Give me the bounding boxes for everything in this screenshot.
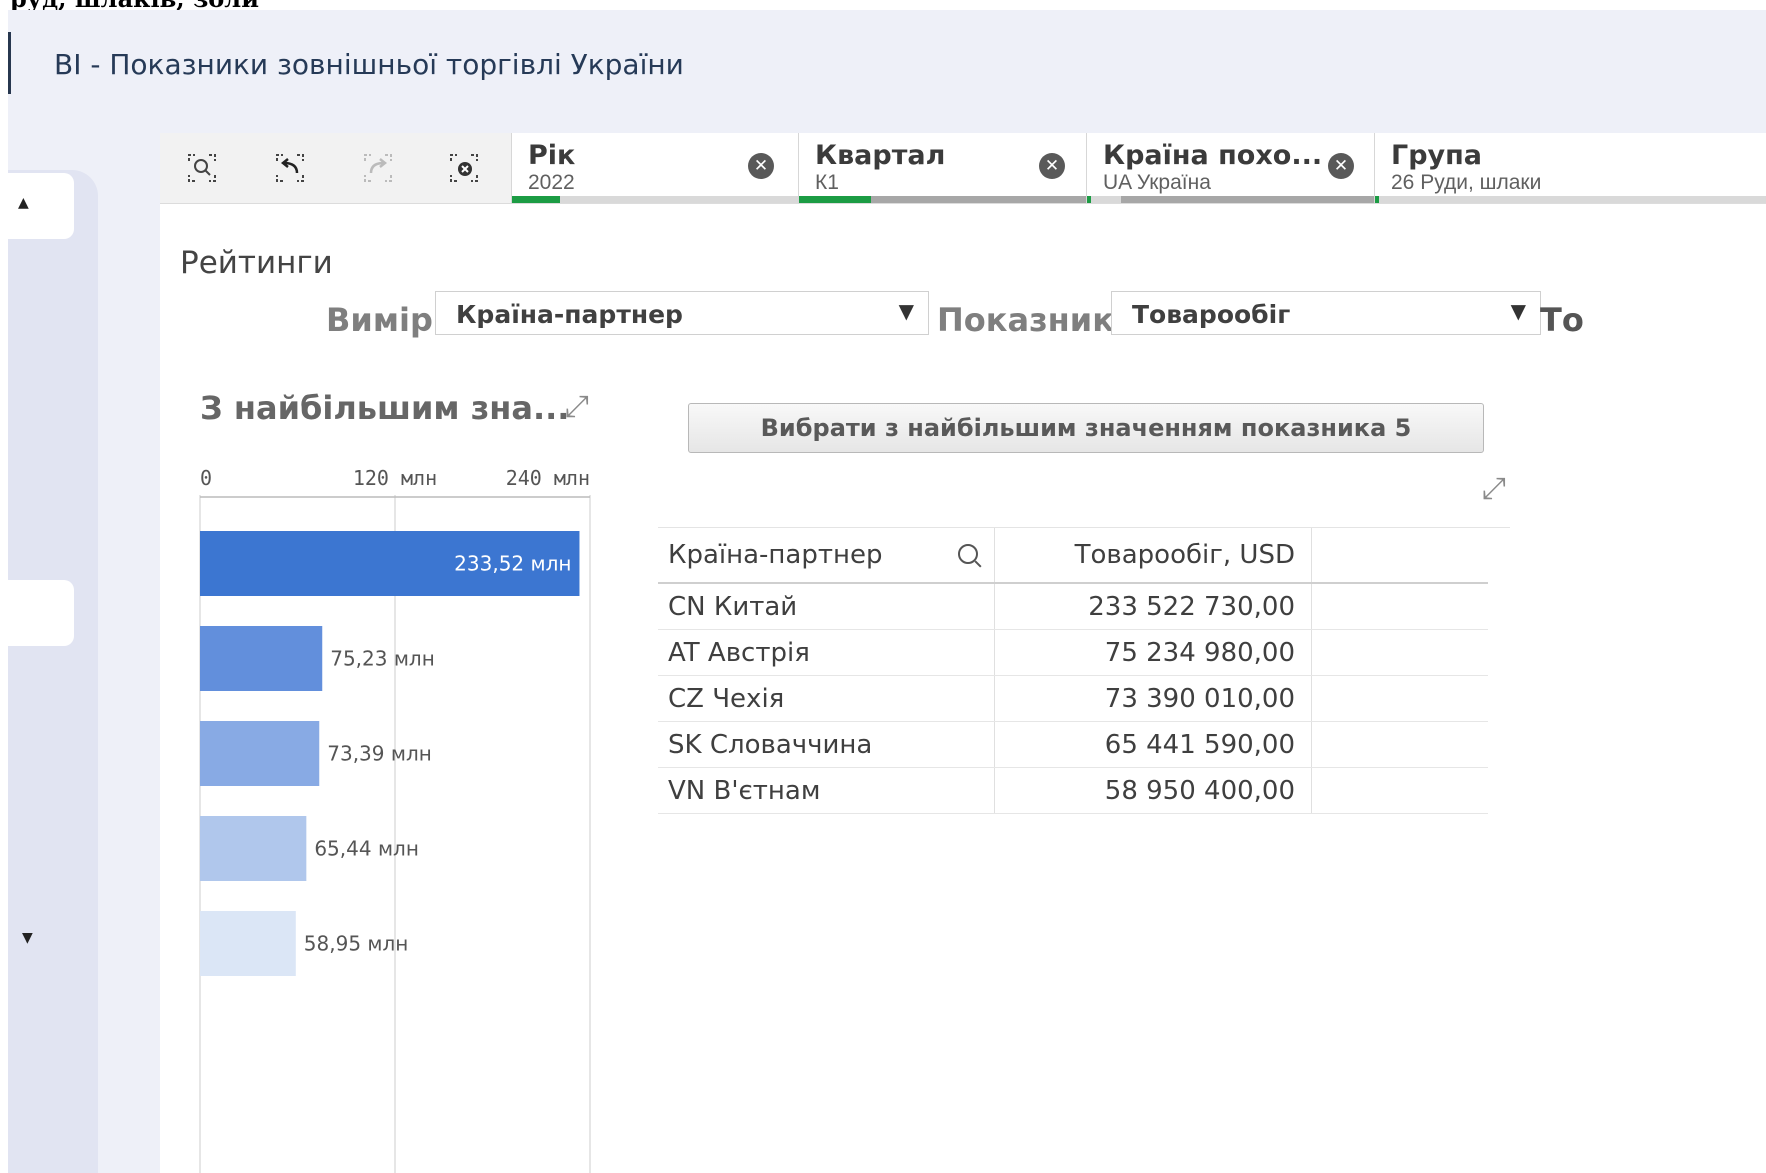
empty-cell bbox=[1311, 721, 1488, 768]
axis-tick-label: 0 bbox=[200, 466, 212, 490]
filter-state-bar bbox=[799, 196, 1086, 203]
filter-chip-quarter[interactable]: Квартал К1 ✕ bbox=[798, 133, 1086, 203]
sheet-navigator: ▲ ▼ bbox=[8, 170, 98, 1173]
dropdown-arrow-icon: ▼ bbox=[1510, 299, 1526, 323]
filter-chip-value: 26 Руди, шлаки bbox=[1391, 171, 1542, 194]
scroll-up-icon[interactable]: ▲ bbox=[18, 195, 29, 211]
axis-tick-label: 120 млн bbox=[353, 466, 437, 490]
filter-state-bar bbox=[1375, 196, 1766, 203]
table-row[interactable]: CZ Чехія 73 390 010,00 bbox=[658, 675, 1488, 722]
column-header-turnover[interactable]: Товарообіг, USD bbox=[994, 528, 1312, 584]
turnover-cell: 58 950 400,00 bbox=[994, 767, 1312, 814]
search-icon[interactable] bbox=[958, 544, 978, 564]
filter-chip-value: UA Україна bbox=[1103, 171, 1211, 194]
main-panel: Рік 2022 ✕ Квартал К1 ✕ Країна похо... U… bbox=[160, 133, 1766, 1173]
filter-chip-title: Квартал bbox=[815, 140, 946, 171]
ranking-table: Країна-партнер Товарообіг, USD CN Китай 2… bbox=[658, 528, 1488, 814]
filter-chip-value: К1 bbox=[815, 171, 839, 194]
table-row[interactable]: CN Китай 233 522 730,00 bbox=[658, 583, 1488, 630]
bar-chart: 0 120 млн 240 млн 233,52 млн 75,23 млн 73,39 … bbox=[199, 466, 591, 1173]
title-bar: BI - Показники зовнішньої торгівлі Украї… bbox=[8, 32, 1766, 94]
measure-label: Показник bbox=[937, 301, 1114, 339]
partner-cell[interactable]: CZ Чехія bbox=[658, 675, 995, 722]
filter-chip-group[interactable]: Група 26 Руди, шлаки bbox=[1374, 133, 1766, 203]
table-header-row: Країна-партнер Товарообіг, USD bbox=[658, 528, 1488, 584]
empty-cell bbox=[1311, 629, 1488, 676]
partner-cell[interactable]: AT Австрія bbox=[658, 629, 995, 676]
app-title: BI - Показники зовнішньої торгівлі Украї… bbox=[54, 48, 684, 81]
clear-filter-icon[interactable]: ✕ bbox=[1328, 153, 1354, 179]
column-header-label: Країна-партнер bbox=[668, 540, 883, 570]
measure-dropdown[interactable]: Товарообіг ▼ bbox=[1111, 291, 1541, 335]
clear-filter-icon[interactable]: ✕ bbox=[1039, 153, 1065, 179]
turnover-cell: 65 441 590,00 bbox=[994, 721, 1312, 768]
nav-sheet-card[interactable] bbox=[8, 580, 74, 646]
measure-selected-value: Товарообіг bbox=[1132, 300, 1291, 329]
bar bbox=[200, 626, 323, 691]
bar bbox=[200, 816, 307, 881]
column-header-partner[interactable]: Країна-партнер bbox=[658, 528, 995, 584]
dropdown-arrow-icon: ▼ bbox=[898, 299, 914, 323]
table-row[interactable]: AT Австрія 75 234 980,00 bbox=[658, 629, 1488, 676]
empty-column-header bbox=[1311, 528, 1488, 584]
bar-value-label: 75,23 млн bbox=[330, 647, 435, 671]
bar-value-label: 58,95 млн bbox=[304, 932, 409, 956]
cropped-label: То bbox=[1540, 301, 1584, 339]
bar-value-label: 233,52 млн bbox=[454, 552, 571, 576]
table-row[interactable]: SK Словаччина 65 441 590,00 bbox=[658, 721, 1488, 768]
partner-cell[interactable]: CN Китай bbox=[658, 583, 995, 630]
table-row[interactable]: VN В'єтнам 58 950 400,00 bbox=[658, 767, 1488, 814]
axis-tick-label: 240 млн bbox=[506, 466, 590, 490]
filter-chip-title: Країна похо... bbox=[1103, 140, 1323, 171]
filter-state-bar bbox=[1087, 196, 1374, 203]
expand-icon[interactable]: ⤢ bbox=[1482, 471, 1506, 506]
bar bbox=[200, 911, 296, 976]
empty-cell bbox=[1311, 767, 1488, 814]
turnover-cell: 73 390 010,00 bbox=[994, 675, 1312, 722]
clear-filter-icon[interactable]: ✕ bbox=[748, 153, 774, 179]
bar-value-label: 73,39 млн bbox=[327, 742, 432, 766]
nav-sheet-card[interactable]: ▲ bbox=[8, 173, 74, 239]
turnover-cell: 233 522 730,00 bbox=[994, 583, 1312, 630]
select-top-5-button[interactable]: Вибрати з найбільшим значенням показника… bbox=[688, 403, 1484, 453]
filter-chip-origin-country[interactable]: Країна похо... UA Україна ✕ bbox=[1086, 133, 1374, 203]
app-window: BI - Показники зовнішньої торгівлі Украї… bbox=[8, 10, 1766, 1173]
scroll-down-icon[interactable]: ▼ bbox=[22, 930, 33, 946]
title-accent bbox=[8, 32, 11, 94]
turnover-cell: 75 234 980,00 bbox=[994, 629, 1312, 676]
bar bbox=[200, 721, 320, 786]
bar-value-label: 65,44 млн bbox=[314, 837, 419, 861]
partner-cell[interactable]: SK Словаччина bbox=[658, 721, 995, 768]
partner-cell[interactable]: VN В'єтнам bbox=[658, 767, 995, 814]
filter-chip-title: Група bbox=[1391, 140, 1483, 171]
empty-cell bbox=[1311, 583, 1488, 630]
empty-cell bbox=[1311, 675, 1488, 722]
